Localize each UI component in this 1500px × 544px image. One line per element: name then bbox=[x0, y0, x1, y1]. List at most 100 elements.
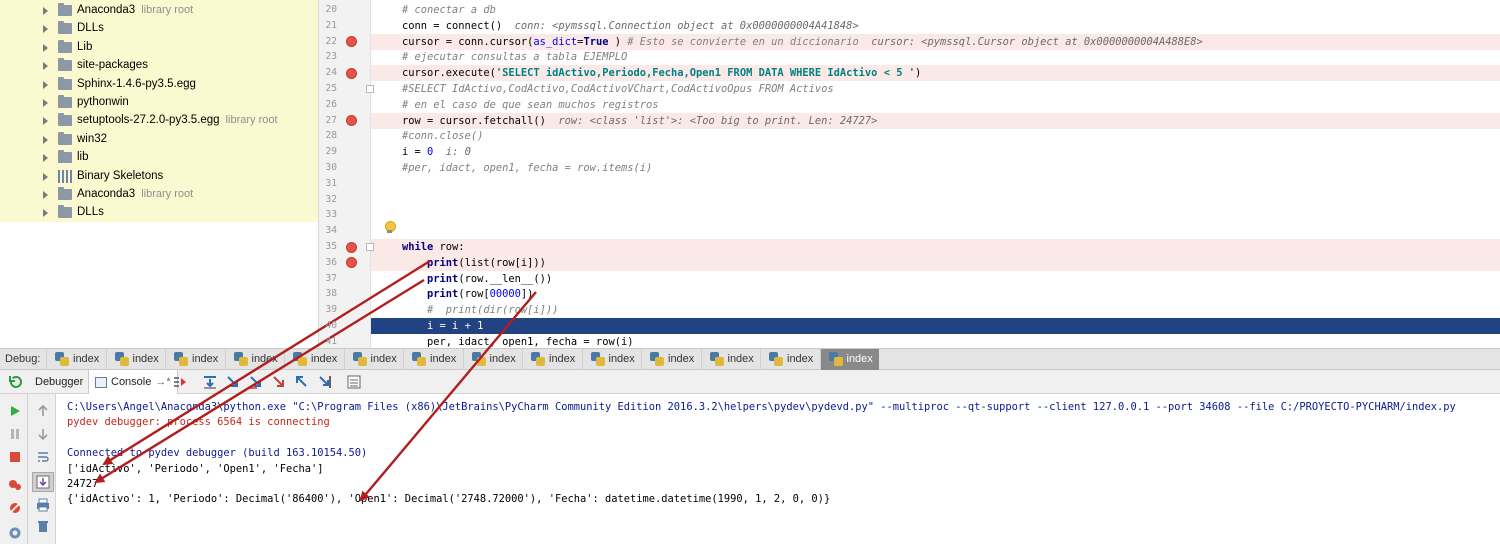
expand-arrow-icon[interactable] bbox=[41, 186, 49, 204]
tree-item[interactable]: Anaconda3 library root bbox=[0, 2, 318, 20]
code-editor[interactable]: # conectar a db conn = connect() conn: <p… bbox=[371, 0, 1500, 348]
expand-arrow-icon[interactable] bbox=[41, 57, 49, 75]
fold-marker-icon[interactable] bbox=[366, 85, 374, 93]
debug-session-tab[interactable]: index bbox=[284, 348, 344, 370]
code-token: # en el caso de que sean muchos registro… bbox=[402, 98, 659, 111]
expand-arrow-icon[interactable] bbox=[41, 149, 49, 167]
code-token: i = i + 1 bbox=[427, 320, 484, 332]
tree-item[interactable]: win32 bbox=[0, 131, 318, 149]
stop-icon[interactable] bbox=[8, 450, 22, 464]
expand-arrow-icon[interactable] bbox=[41, 94, 49, 112]
code-line[interactable]: row = cursor.fetchall() row: <class 'lis… bbox=[371, 112, 1500, 129]
line-number: 35 bbox=[325, 241, 337, 252]
debug-session-tab[interactable]: index bbox=[403, 348, 463, 370]
code-line[interactable] bbox=[371, 207, 1500, 223]
tab-debugger[interactable]: Debugger bbox=[30, 370, 88, 394]
scroll-to-end-toggle[interactable] bbox=[32, 472, 54, 492]
debug-session-tab[interactable]: index bbox=[105, 348, 166, 370]
breakpoint-icon[interactable] bbox=[346, 67, 357, 79]
tree-item[interactable]: site-packages bbox=[0, 57, 318, 75]
inline-debug-value: conn: <pymssql.Connection object at 0x00… bbox=[502, 19, 859, 32]
clear-all-icon[interactable] bbox=[36, 519, 50, 533]
resume-icon[interactable] bbox=[8, 404, 22, 418]
code-line[interactable]: print(row.__len__()) bbox=[371, 271, 1500, 287]
intention-bulb-icon[interactable] bbox=[384, 221, 396, 234]
debug-session-tab[interactable]: index bbox=[522, 348, 582, 370]
tree-item[interactable]: lib bbox=[0, 149, 318, 167]
code-line[interactable] bbox=[371, 192, 1500, 208]
code-line[interactable]: print(row[00000]) bbox=[371, 286, 1500, 302]
debug-session-tab[interactable]: index bbox=[462, 348, 523, 370]
tree-item[interactable]: DLLs bbox=[0, 204, 318, 222]
debug-session-tab[interactable]: index bbox=[343, 348, 404, 370]
tree-item[interactable]: Sphinx-1.4.6-py3.5.egg bbox=[0, 76, 318, 94]
debug-session-tab-label: index bbox=[192, 353, 219, 365]
tab-console[interactable]: Console →* bbox=[88, 370, 178, 394]
rerun-icon[interactable] bbox=[8, 374, 24, 390]
code-line[interactable]: #per, idact, open1, fecha = row.items(i) bbox=[371, 160, 1500, 176]
python-icon bbox=[471, 352, 486, 366]
code-line[interactable]: conn = connect() conn: <pymssql.Connecti… bbox=[371, 18, 1500, 34]
code-line[interactable]: # conectar a db bbox=[371, 2, 1500, 18]
tree-item[interactable]: Lib bbox=[0, 39, 318, 57]
code-line[interactable]: cursor.execute('SELECT idActivo,Periodo,… bbox=[371, 65, 1500, 82]
code-line[interactable]: # en el caso de que sean muchos registro… bbox=[371, 97, 1500, 113]
debug-session-tab[interactable]: index bbox=[165, 348, 225, 370]
code-line[interactable]: # print(dir(row[i])) bbox=[371, 302, 1500, 318]
expand-arrow-icon[interactable] bbox=[41, 112, 49, 130]
step-into-my-code-icon[interactable] bbox=[248, 374, 264, 390]
console-line: C:\Users\Angel\Anaconda3\python.exe "C:\… bbox=[67, 401, 1456, 413]
console-actions-strip bbox=[28, 394, 56, 544]
python-icon bbox=[769, 352, 783, 366]
debug-session-tab[interactable]: index bbox=[760, 348, 820, 370]
debug-session-tab[interactable]: index bbox=[700, 348, 761, 370]
tree-item[interactable]: DLLs bbox=[0, 20, 318, 38]
tree-item[interactable]: Binary Skeletons bbox=[0, 168, 318, 186]
code-line[interactable] bbox=[371, 176, 1500, 192]
expand-arrow-icon[interactable] bbox=[41, 76, 49, 94]
code-line[interactable]: i = 0 i: 0 bbox=[371, 144, 1500, 160]
run-to-cursor-icon[interactable] bbox=[317, 374, 333, 390]
down-arrow-icon[interactable] bbox=[36, 427, 50, 441]
debug-session-tab[interactable]: index bbox=[819, 348, 879, 370]
breakpoint-icon[interactable] bbox=[346, 241, 357, 253]
code-line[interactable]: while row: bbox=[371, 239, 1500, 255]
step-into-icon[interactable] bbox=[225, 374, 241, 390]
show-execution-point-icon[interactable] bbox=[172, 374, 188, 390]
view-breakpoints-icon[interactable] bbox=[8, 478, 22, 492]
code-line[interactable]: print(list(row[i])) bbox=[371, 254, 1500, 271]
step-over-icon[interactable] bbox=[202, 374, 218, 390]
code-line[interactable]: #conn.close() bbox=[371, 128, 1500, 144]
expand-arrow-icon[interactable] bbox=[41, 204, 49, 222]
debug-session-tab[interactable]: index bbox=[641, 348, 701, 370]
console-output[interactable]: C:\Users\Angel\Anaconda3\python.exe "C:\… bbox=[57, 394, 1500, 544]
print-icon[interactable] bbox=[36, 498, 50, 512]
debug-session-tab[interactable]: index bbox=[224, 348, 285, 370]
expand-arrow-icon[interactable] bbox=[41, 168, 49, 186]
expand-arrow-icon[interactable] bbox=[41, 131, 49, 149]
evaluate-expression-icon[interactable] bbox=[346, 374, 362, 390]
expand-arrow-icon[interactable] bbox=[41, 2, 49, 20]
code-line[interactable]: # ejecutar consultas a tabla EJEMPLO bbox=[371, 49, 1500, 65]
soft-wrap-icon[interactable] bbox=[36, 450, 50, 464]
settings-icon[interactable] bbox=[8, 526, 22, 540]
up-arrow-icon[interactable] bbox=[36, 404, 50, 418]
code-line[interactable] bbox=[371, 223, 1500, 239]
tree-item[interactable]: setuptools-27.2.0-py3.5.egg library root bbox=[0, 112, 318, 130]
tree-item[interactable]: Anaconda3 library root bbox=[0, 186, 318, 204]
step-out-icon[interactable] bbox=[294, 374, 310, 390]
pause-icon[interactable] bbox=[8, 427, 22, 441]
code-line[interactable]: #SELECT IdActivo,CodActivo,CodActivoVCha… bbox=[371, 81, 1500, 97]
code-line[interactable]: per, idact, open1, fecha = row(i) bbox=[371, 334, 1500, 348]
debug-session-tab[interactable]: index bbox=[581, 348, 642, 370]
force-step-into-icon[interactable] bbox=[271, 374, 287, 390]
expand-arrow-icon[interactable] bbox=[41, 20, 49, 38]
code-token: # Esto se convierte en un diccionario bbox=[627, 35, 859, 48]
fold-marker-icon[interactable] bbox=[366, 243, 374, 251]
code-line[interactable]: i = i + 1 bbox=[371, 318, 1500, 334]
tree-item[interactable]: pythonwin bbox=[0, 94, 318, 112]
debug-session-tab[interactable]: index bbox=[46, 348, 106, 370]
mute-breakpoints-icon[interactable] bbox=[8, 501, 22, 515]
expand-arrow-icon[interactable] bbox=[41, 39, 49, 57]
code-line[interactable]: cursor = conn.cursor(as_dict=True ) # Es… bbox=[371, 33, 1500, 50]
